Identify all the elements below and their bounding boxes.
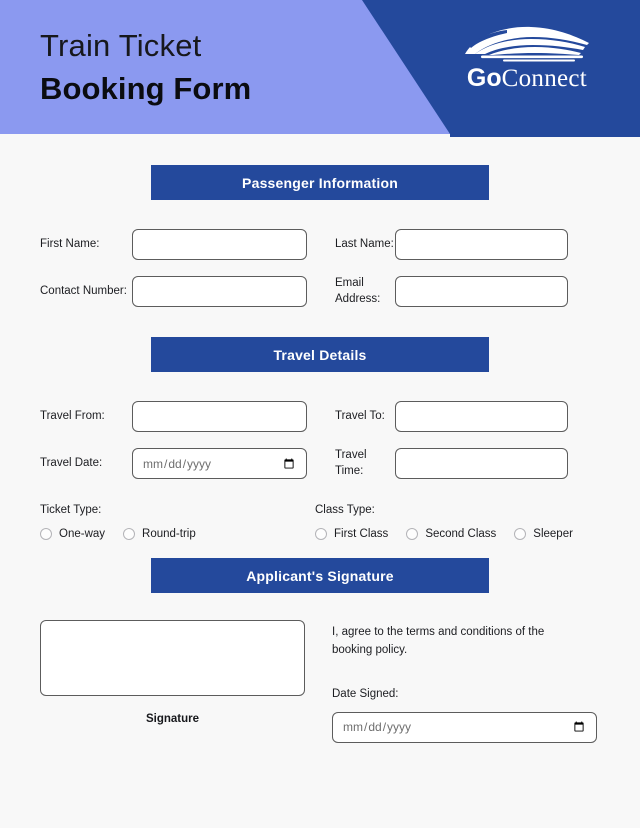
first-name-input[interactable] xyxy=(132,229,307,260)
page-header: Train Ticket Booking Form GoConnect xyxy=(0,0,640,138)
section-header-passenger-information: Passenger Information xyxy=(151,165,489,200)
page-title-line-2: Booking Form xyxy=(40,71,252,106)
terms-agreement-text: I, agree to the terms and conditions of … xyxy=(332,626,545,656)
email-address-label: Email Address: xyxy=(335,277,381,305)
ticket-type-options: One-way Round-trip xyxy=(40,528,315,541)
field-travel-time: Travel Time: xyxy=(335,448,600,480)
page-title: Train Ticket Booking Form xyxy=(40,30,251,104)
travel-to-input[interactable] xyxy=(395,401,568,433)
signature-caption: Signature xyxy=(145,713,200,726)
section-header-applicants-signature: Applicant's Signature xyxy=(151,558,489,594)
row-contact-fields: Contact Number: Email Address: xyxy=(40,276,600,308)
radio-circle-icon[interactable] xyxy=(315,528,327,541)
last-name-label: Last Name: xyxy=(335,237,394,250)
contact-number-label: Contact Number: xyxy=(40,284,127,297)
radio-label-round-trip: Round-trip xyxy=(142,528,196,541)
radio-option-one-way[interactable]: One-way xyxy=(40,528,106,541)
brand-logo: GoConnect xyxy=(442,24,612,91)
signature-draw-box[interactable] xyxy=(40,620,305,697)
radio-label-sleeper: Sleeper xyxy=(533,528,573,541)
field-contact-number: Contact Number: xyxy=(40,276,335,308)
last-name-input[interactable] xyxy=(395,229,568,260)
radio-group-class-type: Class Type: First Class Second Class Sle… xyxy=(315,504,600,541)
field-email-address: Email Address: xyxy=(335,276,600,308)
date-signed-input[interactable] xyxy=(332,711,597,743)
page-title-line-1: Train Ticket xyxy=(40,28,202,63)
row-trip-endpoints: Travel From: Travel To: xyxy=(40,401,600,433)
first-name-label: First Name: xyxy=(40,237,100,250)
radio-circle-icon[interactable] xyxy=(123,528,136,541)
signature-right-column: I, agree to the terms and conditions of … xyxy=(332,620,600,743)
date-signed-label: Date Signed: xyxy=(332,687,399,700)
contact-number-input[interactable] xyxy=(132,276,307,308)
travel-to-label: Travel To: xyxy=(335,409,385,422)
radio-option-second-class[interactable]: Second Class xyxy=(406,528,497,541)
passenger-information-fields: First Name: Last Name: Contact Number: E… xyxy=(0,229,640,308)
travel-time-label: Travel Time: xyxy=(335,449,367,477)
brand-logo-text: GoConnect xyxy=(442,64,612,92)
field-travel-date: Travel Date: xyxy=(40,448,335,480)
travel-from-label: Travel From: xyxy=(40,409,105,422)
class-type-label: Class Type: xyxy=(315,504,375,517)
radio-circle-icon[interactable] xyxy=(514,528,527,541)
row-name-fields: First Name: Last Name: xyxy=(40,229,600,260)
radio-group-ticket-type: Ticket Type: One-way Round-trip xyxy=(40,504,315,541)
brand-logo-text-connect: Connect xyxy=(501,65,588,92)
travel-details-fields: Travel From: Travel To: Travel Date: Tra… xyxy=(0,401,640,541)
radio-option-round-trip[interactable]: Round-trip xyxy=(123,528,196,541)
travel-date-input[interactable] xyxy=(132,448,307,480)
travel-time-input[interactable] xyxy=(395,448,568,480)
radio-label-second-class: Second Class xyxy=(425,528,497,541)
ticket-type-label: Ticket Type: xyxy=(40,504,102,517)
field-travel-from: Travel From: xyxy=(40,401,335,433)
radio-option-first-class[interactable]: First Class xyxy=(315,528,389,541)
radio-label-one-way: One-way xyxy=(59,528,106,541)
radio-circle-icon[interactable] xyxy=(406,528,419,541)
field-travel-to: Travel To: xyxy=(335,401,600,433)
class-type-options: First Class Second Class Sleeper xyxy=(315,528,600,541)
radio-groups: Ticket Type: One-way Round-trip Class Ty… xyxy=(40,504,600,541)
row-trip-datetime: Travel Date: Travel Time: xyxy=(40,448,600,480)
radio-option-sleeper[interactable]: Sleeper xyxy=(514,528,573,541)
brand-logo-text-go: Go xyxy=(466,64,502,92)
section-header-travel-details: Travel Details xyxy=(151,337,489,373)
travel-date-label: Travel Date: xyxy=(40,456,103,469)
email-address-input[interactable] xyxy=(395,276,568,308)
signature-left-column: Signature xyxy=(40,620,332,743)
radio-circle-icon[interactable] xyxy=(40,528,52,541)
train-icon xyxy=(465,26,589,62)
field-last-name: Last Name: xyxy=(335,229,600,260)
radio-label-first-class: First Class xyxy=(334,528,389,541)
travel-from-input[interactable] xyxy=(132,401,307,433)
field-first-name: First Name: xyxy=(40,229,335,260)
signature-section: Signature I, agree to the terms and cond… xyxy=(0,620,640,743)
